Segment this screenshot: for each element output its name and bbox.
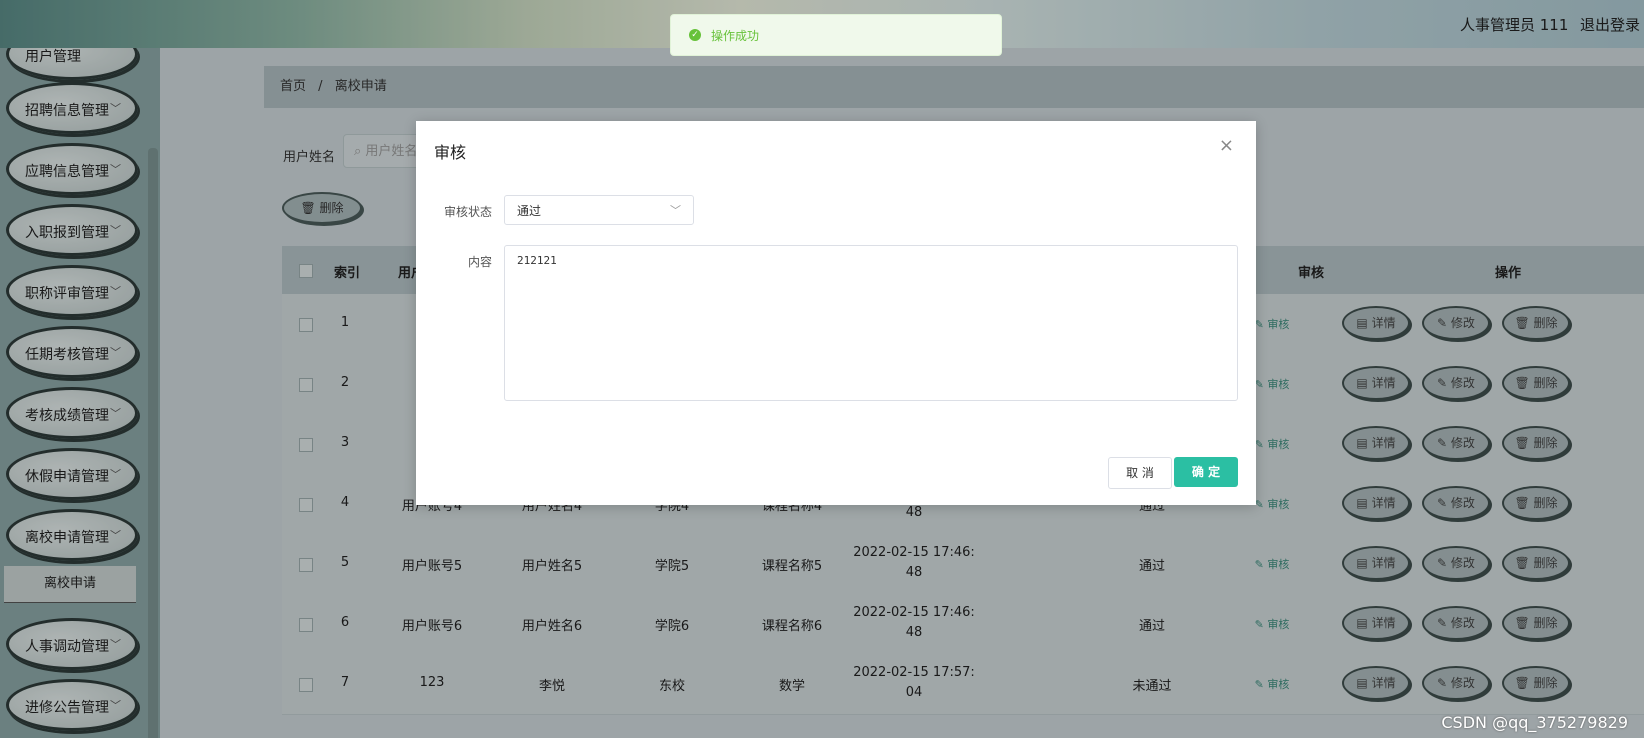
- chevron-down-icon: ﹀: [670, 204, 681, 217]
- dialog-title: 审核: [434, 143, 467, 162]
- watermark: CSDN @qq_375279829: [1441, 713, 1628, 732]
- audit-dialog: 审核 × 审核状态 通过 ﹀ 内容 212121 取 消 确 定: [416, 121, 1256, 505]
- check-circle-icon: ✓: [689, 29, 701, 41]
- content-textarea[interactable]: 212121: [504, 245, 1238, 401]
- cancel-button[interactable]: 取 消: [1108, 457, 1172, 489]
- confirm-button[interactable]: 确 定: [1174, 457, 1238, 487]
- audit-status-value: 通过: [517, 204, 542, 218]
- audit-status-label: 审核状态: [444, 205, 493, 219]
- close-icon[interactable]: ×: [1219, 135, 1234, 156]
- success-toast: ✓ 操作成功: [670, 14, 1002, 56]
- content-label: 内容: [468, 255, 493, 269]
- toast-message: 操作成功: [711, 29, 760, 43]
- audit-status-select[interactable]: 通过 ﹀: [504, 195, 694, 225]
